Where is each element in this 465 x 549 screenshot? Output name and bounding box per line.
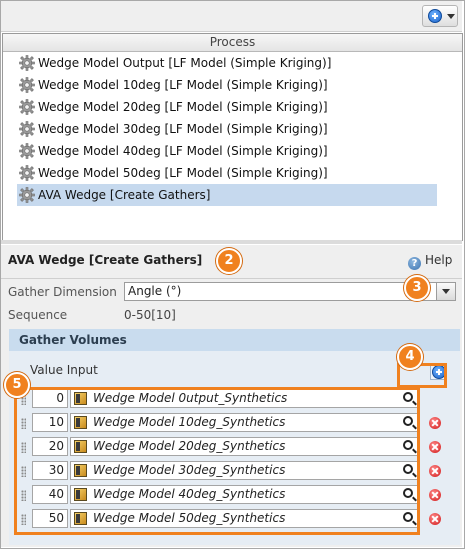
delete-row-icon[interactable] bbox=[429, 465, 441, 477]
toolbar bbox=[1, 1, 462, 32]
process-list-item-label: Wedge Model Output [LF Model (Simple Kri… bbox=[38, 56, 332, 70]
process-list-item[interactable]: Wedge Model 30deg [LF Model (Simple Krig… bbox=[17, 118, 437, 140]
delete-row-icon[interactable] bbox=[429, 489, 441, 501]
help-icon: ? bbox=[408, 257, 421, 270]
delete-row-icon[interactable] bbox=[429, 441, 441, 453]
callout-badge-3: 3 bbox=[404, 275, 430, 301]
process-list-item[interactable]: Wedge Model 10deg [LF Model (Simple Krig… bbox=[17, 74, 437, 96]
plus-circle-icon bbox=[428, 9, 442, 23]
process-list: Process Wedge Model Output [LF Model (Si… bbox=[2, 33, 463, 241]
gather-dimension-dropdown-button[interactable] bbox=[436, 282, 456, 301]
divider bbox=[1, 278, 462, 279]
process-list-item[interactable]: Wedge Model 20deg [LF Model (Simple Krig… bbox=[17, 96, 437, 118]
panel-splitter[interactable] bbox=[1, 240, 462, 244]
process-list-item[interactable]: Wedge Model 50deg [LF Model (Simple Krig… bbox=[17, 162, 437, 184]
process-column-header: Process bbox=[3, 34, 462, 52]
help-link[interactable]: ? Help bbox=[408, 253, 452, 270]
help-label: Help bbox=[425, 253, 453, 267]
process-list-item-label: AVA Wedge [Create Gathers] bbox=[38, 188, 211, 202]
process-list-item-label: Wedge Model 40deg [LF Model (Simple Krig… bbox=[38, 144, 328, 158]
sequence-value: 0-50[10] bbox=[124, 308, 176, 322]
process-list-item-label: Wedge Model 20deg [LF Model (Simple Krig… bbox=[38, 100, 328, 114]
process-list-item-label: Wedge Model 30deg [LF Model (Simple Krig… bbox=[38, 122, 328, 136]
process-list-item[interactable]: Wedge Model 40deg [LF Model (Simple Krig… bbox=[17, 140, 437, 162]
value-input-label: Value Input bbox=[30, 363, 98, 377]
process-list-item[interactable]: Wedge Model Output [LF Model (Simple Kri… bbox=[17, 52, 437, 74]
callout-highlight-volumes bbox=[14, 387, 420, 535]
process-list-item-label: Wedge Model 10deg [LF Model (Simple Krig… bbox=[38, 78, 328, 92]
callout-badge-5: 5 bbox=[4, 372, 30, 398]
gather-dimension-label: Gather Dimension bbox=[8, 285, 117, 299]
gather-dimension-select[interactable]: Angle (°) bbox=[124, 282, 437, 301]
delete-row-icon[interactable] bbox=[429, 513, 441, 525]
callout-badge-4: 4 bbox=[397, 344, 423, 370]
delete-row-icon[interactable] bbox=[429, 417, 441, 429]
add-process-menu-button[interactable] bbox=[422, 5, 458, 27]
sequence-label: Sequence bbox=[8, 308, 68, 322]
process-list-item[interactable]: AVA Wedge [Create Gathers] bbox=[17, 184, 437, 206]
process-title: AVA Wedge [Create Gathers] bbox=[8, 253, 203, 267]
process-list-item-label: Wedge Model 50deg [LF Model (Simple Krig… bbox=[38, 166, 328, 180]
gather-volumes-header[interactable]: Gather Volumes bbox=[9, 329, 460, 351]
chevron-down-icon bbox=[442, 289, 450, 294]
callout-badge-2: 2 bbox=[216, 248, 242, 274]
chevron-down-icon bbox=[447, 14, 455, 19]
